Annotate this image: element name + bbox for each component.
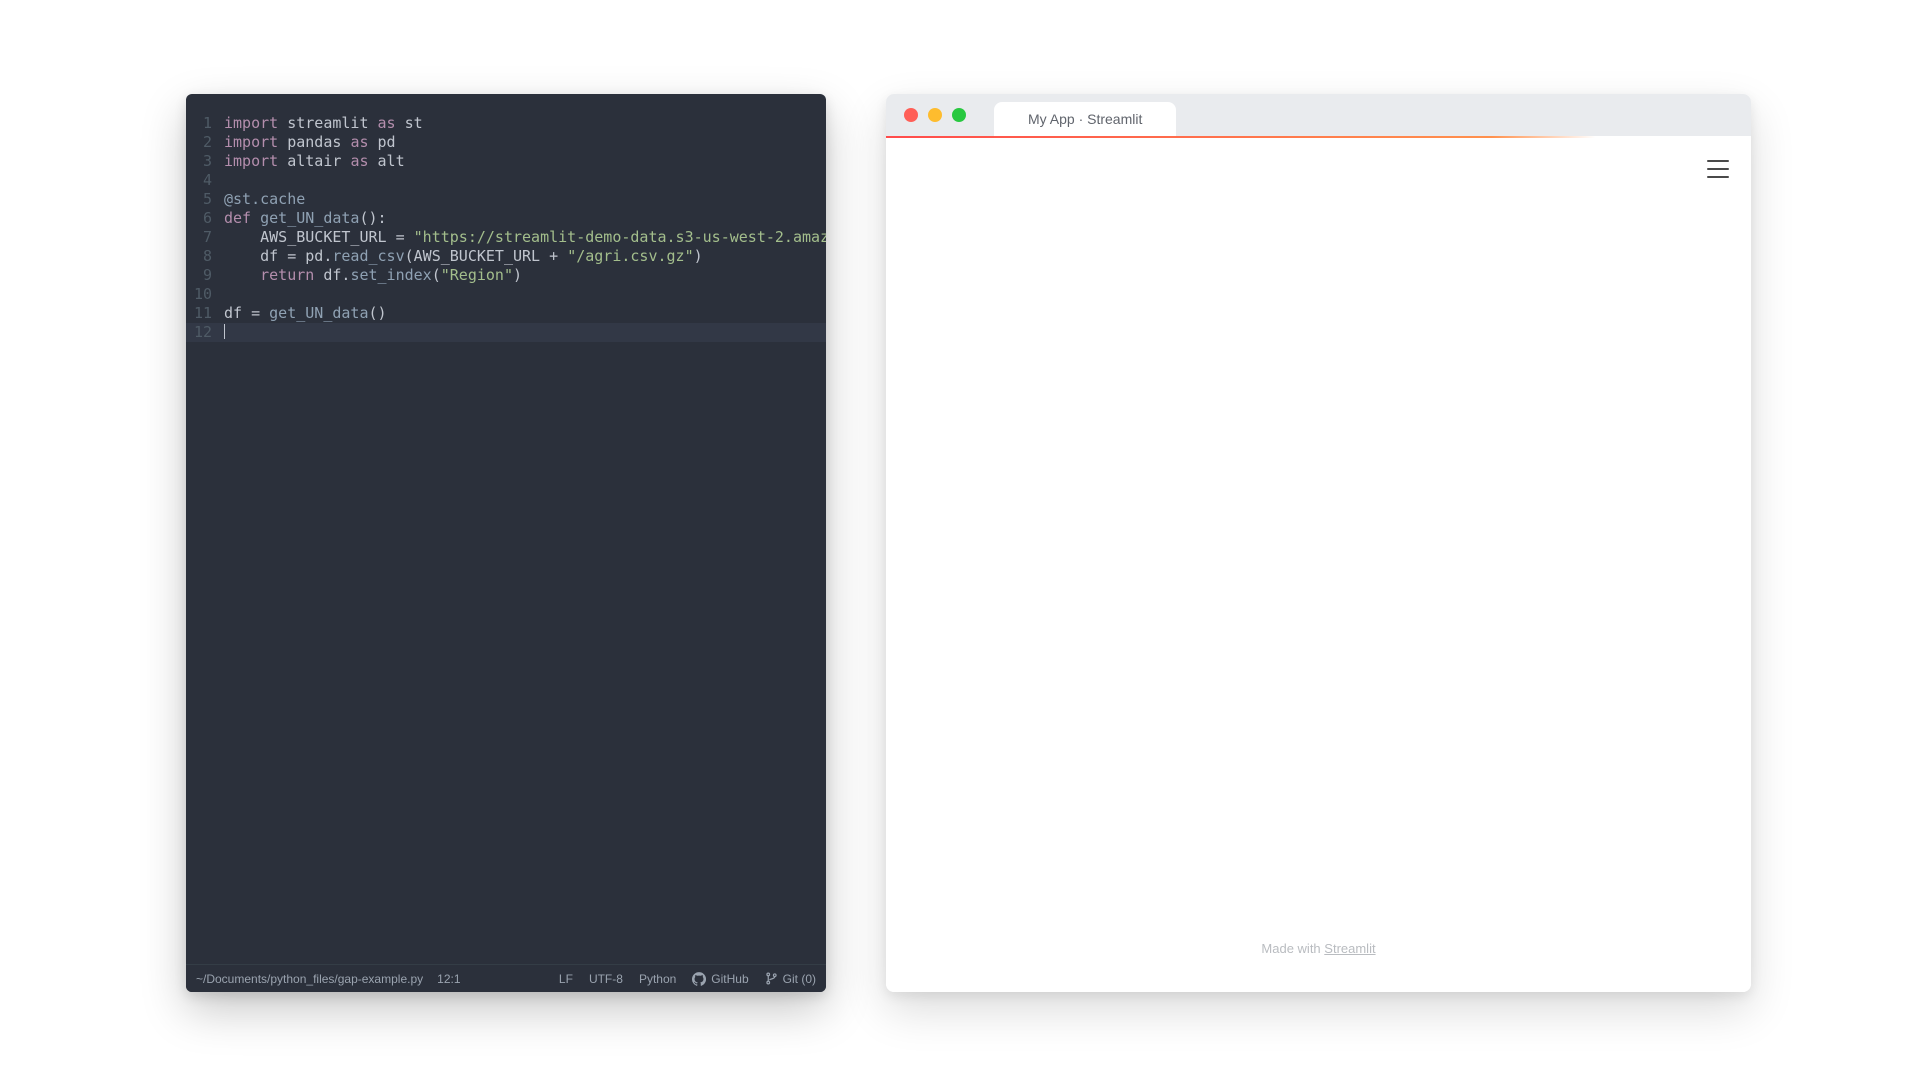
line-number: 2 [194, 133, 224, 152]
browser-tab[interactable]: My App · Streamlit [994, 102, 1176, 136]
line-number: 12 [194, 323, 224, 342]
git-branch-icon [765, 972, 778, 985]
status-cursor-position[interactable]: 12:1 [437, 972, 460, 986]
hamburger-menu-button[interactable] [1707, 160, 1729, 178]
editor-status-bar: ~/Documents/python_files/gap-example.py … [186, 964, 826, 992]
status-language[interactable]: Python [639, 972, 676, 986]
status-git[interactable]: Git (0) [765, 972, 816, 986]
browser-chrome-bar: My App · Streamlit [886, 94, 1751, 136]
status-encoding[interactable]: UTF-8 [589, 972, 623, 986]
line-number: 3 [194, 152, 224, 171]
code-line[interactable]: 1import streamlit as st [186, 114, 826, 133]
browser-tab-title: My App · Streamlit [1028, 111, 1142, 127]
app-body: Made with Streamlit [886, 138, 1751, 992]
code-content: df = get_UN_data() [224, 304, 387, 323]
code-content: AWS_BUCKET_URL = "https://streamlit-demo… [224, 228, 826, 247]
status-github[interactable]: GitHub [692, 972, 748, 986]
code-line[interactable]: 9 return df.set_index("Region") [186, 266, 826, 285]
code-content: import altair as alt [224, 152, 405, 171]
line-number: 11 [194, 304, 224, 323]
code-content: return df.set_index("Region") [224, 266, 522, 285]
code-editor-panel: 1import streamlit as st2import pandas as… [186, 94, 826, 992]
code-line[interactable]: 12 [186, 323, 826, 342]
status-git-label: Git (0) [783, 972, 816, 986]
browser-window: My App · Streamlit Made with Streamlit [886, 94, 1751, 992]
footer-prefix: Made with [1261, 941, 1324, 956]
line-number: 8 [194, 247, 224, 266]
line-number: 5 [194, 190, 224, 209]
line-number: 6 [194, 209, 224, 228]
code-line[interactable]: 6def get_UN_data(): [186, 209, 826, 228]
code-content [224, 323, 225, 342]
code-line[interactable]: 11df = get_UN_data() [186, 304, 826, 323]
github-icon [692, 972, 706, 986]
code-area[interactable]: 1import streamlit as st2import pandas as… [186, 94, 826, 964]
status-eol[interactable]: LF [559, 972, 573, 986]
line-number: 4 [194, 171, 224, 190]
window-close-button[interactable] [904, 108, 918, 122]
code-content: import streamlit as st [224, 114, 423, 133]
line-number: 7 [194, 228, 224, 247]
line-number: 1 [194, 114, 224, 133]
status-file-path[interactable]: ~/Documents/python_files/gap-example.py [196, 972, 423, 986]
code-line[interactable]: 10 [186, 285, 826, 304]
window-minimize-button[interactable] [928, 108, 942, 122]
window-traffic-lights [904, 94, 966, 136]
app-footer: Made with Streamlit [886, 941, 1751, 956]
code-line[interactable]: 2import pandas as pd [186, 133, 826, 152]
window-zoom-button[interactable] [952, 108, 966, 122]
code-line[interactable]: 4 [186, 171, 826, 190]
code-content: def get_UN_data(): [224, 209, 387, 228]
code-line[interactable]: 5@st.cache [186, 190, 826, 209]
footer-streamlit-link[interactable]: Streamlit [1324, 941, 1375, 956]
code-content: import pandas as pd [224, 133, 396, 152]
line-number: 9 [194, 266, 224, 285]
code-line[interactable]: 3import altair as alt [186, 152, 826, 171]
code-content: @st.cache [224, 190, 305, 209]
code-line[interactable]: 8 df = pd.read_csv(AWS_BUCKET_URL + "/ag… [186, 247, 826, 266]
line-number: 10 [194, 285, 224, 304]
code-content: df = pd.read_csv(AWS_BUCKET_URL + "/agri… [224, 247, 703, 266]
text-cursor [224, 324, 225, 339]
status-github-label: GitHub [711, 972, 748, 986]
code-line[interactable]: 7 AWS_BUCKET_URL = "https://streamlit-de… [186, 228, 826, 247]
